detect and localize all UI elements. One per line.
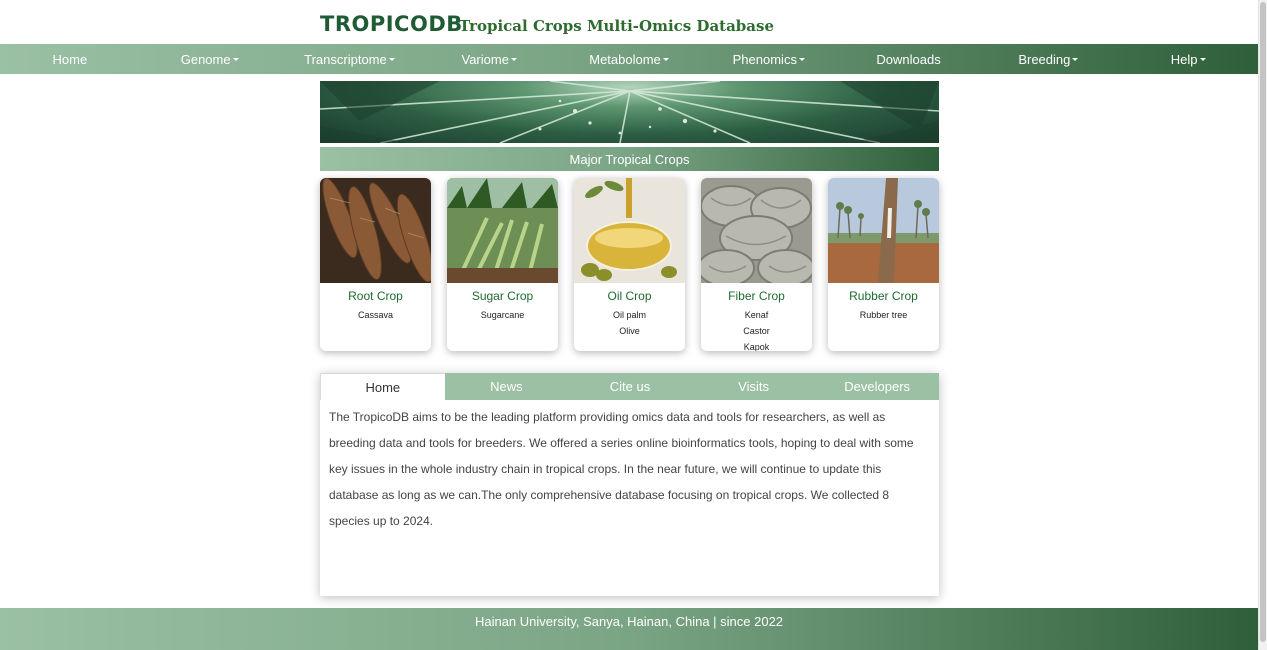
nav-genome[interactable]: Genome [140, 44, 280, 74]
olive-oil-image [574, 178, 685, 283]
crop-species[interactable]: Cassava [320, 307, 431, 323]
rubber-tree-image [828, 178, 939, 283]
caret-down-icon [798, 57, 805, 61]
crop-card-sugar[interactable]: Sugar Crop Sugarcane [447, 178, 558, 351]
page: TROPICODB Tropical Crops Multi-Omics Dat… [0, 0, 1258, 650]
crop-card-root[interactable]: Root Crop Cassava [320, 178, 431, 351]
caret-down-icon [1072, 57, 1079, 61]
crop-species[interactable]: Olive [574, 323, 685, 339]
nav-downloads[interactable]: Downloads [839, 44, 979, 74]
crop-species[interactable]: Kapok [701, 339, 812, 351]
crop-cards: Root Crop Cassava Sugar Crop Sugarcane O… [320, 178, 939, 352]
crop-title: Fiber Crop [728, 289, 785, 303]
nav-breeding[interactable]: Breeding [978, 44, 1118, 74]
rope-fiber-image [701, 178, 812, 283]
site-footer: Hainan University, Sanya, Hainan, China … [0, 608, 1258, 650]
tab-content-text: The TropicoDB aims to be the leading pla… [329, 410, 914, 528]
nav-variome[interactable]: Variome [419, 44, 559, 74]
crop-card-oil[interactable]: Oil Crop Oil palm Olive [574, 178, 685, 351]
tab-visits[interactable]: Visits [692, 373, 816, 400]
nav-phenomics[interactable]: Phenomics [699, 44, 839, 74]
caret-down-icon [1199, 57, 1206, 61]
crop-species[interactable]: Oil palm [574, 307, 685, 323]
caret-down-icon [662, 57, 669, 61]
nav-label: Home [52, 51, 88, 67]
tab-bar: Home News Cite us Visits Developers [320, 373, 939, 400]
caret-down-icon [510, 57, 517, 61]
nav-transcriptome[interactable]: Transcriptome [280, 44, 420, 74]
crop-species[interactable]: Kenaf [701, 307, 812, 323]
crop-species[interactable]: Sugarcane [447, 307, 558, 323]
crop-title: Rubber Crop [849, 289, 918, 303]
scrollbar-thumb[interactable] [1260, 2, 1266, 642]
crop-card-rubber[interactable]: Rubber Crop Rubber tree [828, 178, 939, 351]
leaf-banner-image [320, 81, 939, 143]
site-logo[interactable]: TROPICODB [320, 12, 463, 36]
crop-species[interactable]: Castor [701, 323, 812, 339]
nav-home[interactable]: Home [0, 44, 140, 74]
vertical-scrollbar[interactable] [1258, 0, 1267, 650]
nav-label: Downloads [876, 51, 941, 67]
section-title-bar: Major Tropical Crops [320, 147, 939, 171]
crop-title: Oil Crop [607, 289, 652, 303]
site-header: TROPICODB Tropical Crops Multi-Omics Dat… [0, 0, 1258, 44]
info-tabs: Home News Cite us Visits Developers The … [320, 373, 939, 596]
footer-text: Hainan University, Sanya, Hainan, China … [474, 614, 784, 629]
caret-down-icon [232, 57, 239, 61]
nav-label: Transcriptome [304, 51, 387, 67]
tab-developers[interactable]: Developers [815, 373, 939, 400]
main-nav: Home Genome Transcriptome Variome Metabo… [0, 44, 1258, 74]
section-title: Major Tropical Crops [569, 151, 690, 167]
nav-label: Variome [461, 51, 509, 67]
crop-title: Sugar Crop [471, 289, 534, 303]
nav-label: Phenomics [732, 51, 797, 67]
sugarcane-image [447, 178, 558, 283]
tab-news[interactable]: News [445, 373, 569, 400]
nav-label: Help [1170, 51, 1198, 67]
cassava-roots-image [320, 178, 431, 283]
nav-metabolome[interactable]: Metabolome [559, 44, 699, 74]
nav-help[interactable]: Help [1118, 44, 1258, 74]
tab-home[interactable]: Home [320, 373, 445, 400]
nav-label: Breeding [1018, 51, 1071, 67]
crop-title: Root Crop [348, 289, 403, 303]
crop-species[interactable]: Rubber tree [828, 307, 939, 323]
nav-label: Metabolome [589, 51, 661, 67]
crop-card-fiber[interactable]: Fiber Crop Kenaf Castor Kapok [701, 178, 812, 351]
caret-down-icon [388, 57, 395, 61]
nav-label: Genome [180, 51, 231, 67]
tab-cite-us[interactable]: Cite us [568, 373, 692, 400]
site-subtitle: Tropical Crops Multi-Omics Database [459, 17, 775, 35]
